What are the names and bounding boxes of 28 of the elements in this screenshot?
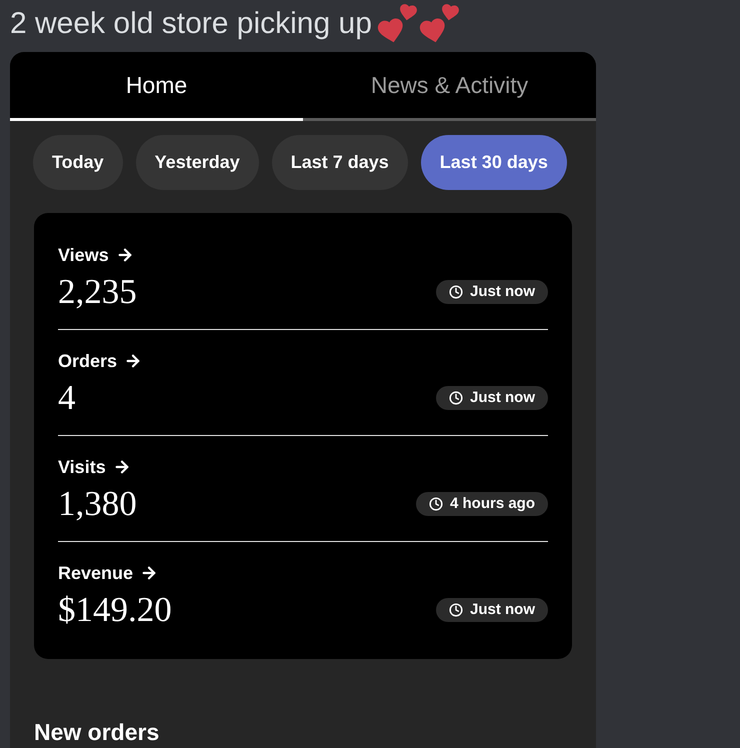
tab[interactable]: Home [10, 52, 303, 121]
tab[interactable]: News & Activity [303, 52, 596, 121]
updated-badge: Just now [436, 386, 548, 410]
stat-link[interactable]: Orders [58, 350, 142, 372]
stat-value: $149.20 [58, 590, 172, 630]
date-range-chip[interactable]: Last 7 days [272, 135, 408, 190]
stat-value: 1,380 [58, 484, 137, 524]
stat-value: 4 [58, 378, 76, 418]
arrow-right-icon [140, 564, 158, 582]
stat-link[interactable]: Visits [58, 456, 131, 478]
stat-link[interactable]: Revenue [58, 562, 158, 584]
stat-link[interactable]: Views [58, 244, 134, 266]
date-range-chip[interactable]: Last 30 days [420, 135, 567, 190]
updated-badge: Just now [436, 598, 548, 622]
updated-badge: Just now [436, 280, 548, 304]
date-range-chip[interactable]: Yesterday [136, 135, 259, 190]
message-text: 2 week old store picking up [10, 6, 372, 42]
date-range-chip[interactable]: Today [33, 135, 123, 190]
clock-icon [428, 497, 443, 511]
clock-icon [448, 285, 463, 299]
arrow-right-icon [124, 352, 142, 370]
section-title: New orders [34, 719, 160, 745]
arrow-right-icon [116, 246, 134, 264]
arrow-right-icon [112, 458, 131, 476]
updated-badge: 4 hours ago [416, 492, 548, 516]
clock-icon [448, 391, 463, 405]
clock-icon [448, 603, 463, 617]
stat-value: 2,235 [58, 272, 137, 312]
